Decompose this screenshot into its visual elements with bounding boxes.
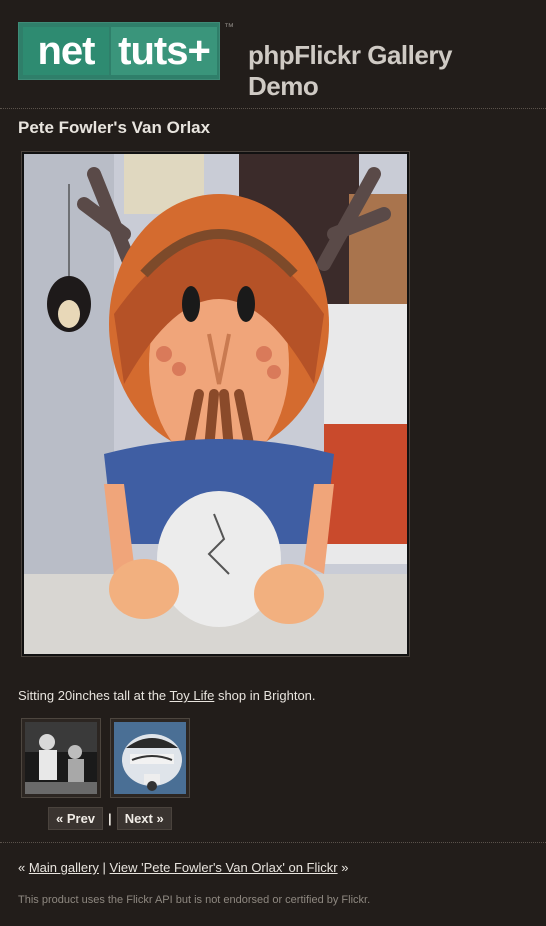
pager-separator: | — [108, 811, 112, 826]
photo-caption: Sitting 20inches tall at the Toy Life sh… — [18, 688, 316, 703]
van-orlax-photo-image — [24, 154, 407, 654]
trademark-mark: ™ — [224, 22, 234, 33]
nettuts-logo[interactable]: net tuts+ — [18, 22, 220, 80]
thumbnail-next-image — [114, 722, 186, 794]
caption-prefix: Sitting 20inches tall at the — [18, 688, 170, 703]
footer-divider — [0, 842, 546, 843]
footer-trail: » — [337, 860, 349, 875]
thumbnail-previous-image — [25, 722, 97, 794]
flickr-disclaimer: This product uses the Flickr API but is … — [18, 894, 371, 906]
header-divider — [0, 108, 546, 109]
thumbnail-previous[interactable] — [21, 718, 101, 798]
thumbnail-next[interactable] — [110, 718, 190, 798]
next-button[interactable]: Next » — [116, 807, 172, 830]
pager: « Prev | Next » — [48, 807, 172, 830]
view-on-flickr-link[interactable]: View 'Pete Fowler's Van Orlax' on Flickr — [110, 860, 338, 875]
main-photo — [21, 151, 410, 657]
footer-links: « Main gallery | View 'Pete Fowler's Van… — [18, 860, 348, 875]
footer-lead: « — [18, 860, 29, 875]
toy-life-link[interactable]: Toy Life — [170, 688, 215, 703]
photo-title: Pete Fowler's Van Orlax — [18, 118, 211, 137]
logo-net-text: net — [23, 27, 109, 75]
logo-tuts-text: tuts+ — [111, 27, 217, 75]
caption-suffix: shop in Brighton. — [214, 688, 316, 703]
prev-button[interactable]: « Prev — [48, 807, 104, 830]
site-title: phpFlickr Gallery Demo — [248, 40, 452, 101]
footer-separator: | — [98, 860, 110, 875]
header: net tuts+ ™ phpFlickr Gallery Demo — [18, 22, 528, 101]
main-gallery-link[interactable]: Main gallery — [29, 860, 99, 875]
